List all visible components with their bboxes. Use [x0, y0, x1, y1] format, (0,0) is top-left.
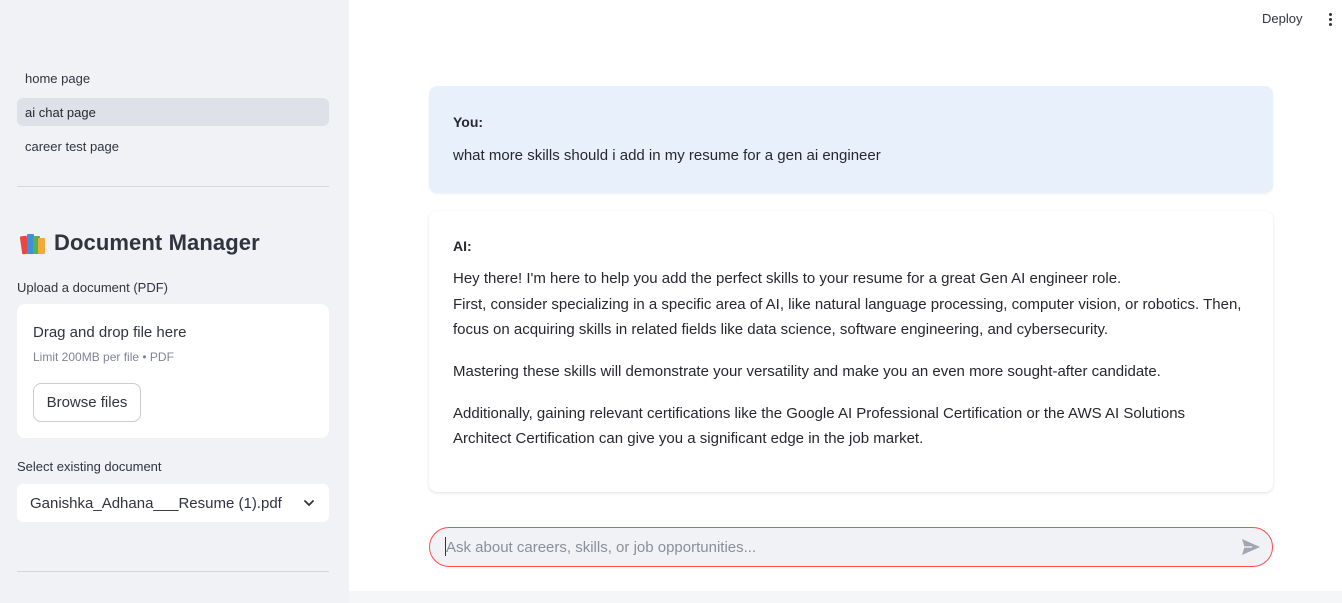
select-document-label: Select existing document	[17, 459, 162, 474]
message-line: Mastering these skills will demonstrate …	[453, 363, 1161, 380]
document-manager-heading: Document Manager	[19, 230, 260, 256]
chat-input-container	[429, 527, 1273, 567]
chat-message-user: You: what more skills should i add in my…	[429, 86, 1273, 193]
dropzone-limit: Limit 200MB per file • PDF	[33, 350, 174, 364]
dropzone-title: Drag and drop file here	[33, 324, 187, 341]
sidebar-divider	[17, 186, 329, 187]
text-caret	[445, 537, 446, 556]
send-icon[interactable]	[1241, 538, 1261, 556]
sidebar-divider-bottom	[17, 571, 329, 572]
sidebar-nav: home page ai chat page career test page	[17, 64, 329, 166]
bottom-strip	[349, 591, 1342, 603]
nav-item-ai-chat-page[interactable]: ai chat page	[17, 98, 329, 126]
file-dropzone[interactable]: Drag and drop file here Limit 200MB per …	[17, 304, 329, 438]
message-line: Architect Certification can give you a s…	[453, 430, 924, 447]
message-line: Hey there! I'm here to help you add the …	[453, 270, 1122, 287]
upload-label: Upload a document (PDF)	[17, 280, 169, 295]
books-icon	[19, 230, 45, 256]
chevron-down-icon	[304, 500, 314, 506]
message-line: First, consider specializing in a specif…	[453, 296, 1242, 313]
deploy-button[interactable]: Deploy	[1262, 11, 1302, 26]
document-select[interactable]: Ganishka_Adhana___Resume (1).pdf	[17, 484, 329, 522]
message-line: Additionally, gaining relevant certifica…	[453, 405, 1186, 422]
nav-item-career-test-page[interactable]: career test page	[17, 132, 329, 160]
browse-files-button[interactable]: Browse files	[33, 383, 141, 422]
message-speaker: AI:	[453, 238, 472, 254]
nav-item-home-page[interactable]: home page	[17, 64, 329, 92]
document-manager-title: Document Manager	[54, 230, 260, 255]
message-text: what more skills should i add in my resu…	[453, 147, 881, 164]
message-line: focus on acquiring skills in related fie…	[453, 321, 1109, 338]
kebab-menu-icon[interactable]	[1326, 12, 1336, 28]
selected-document: Ganishka_Adhana___Resume (1).pdf	[30, 494, 282, 512]
chat-input[interactable]	[446, 538, 1226, 556]
message-speaker: You:	[453, 114, 484, 130]
chat-message-ai: AI: Hey there! I'm here to help you add …	[429, 211, 1273, 492]
sidebar: home page ai chat page career test page …	[0, 0, 349, 603]
